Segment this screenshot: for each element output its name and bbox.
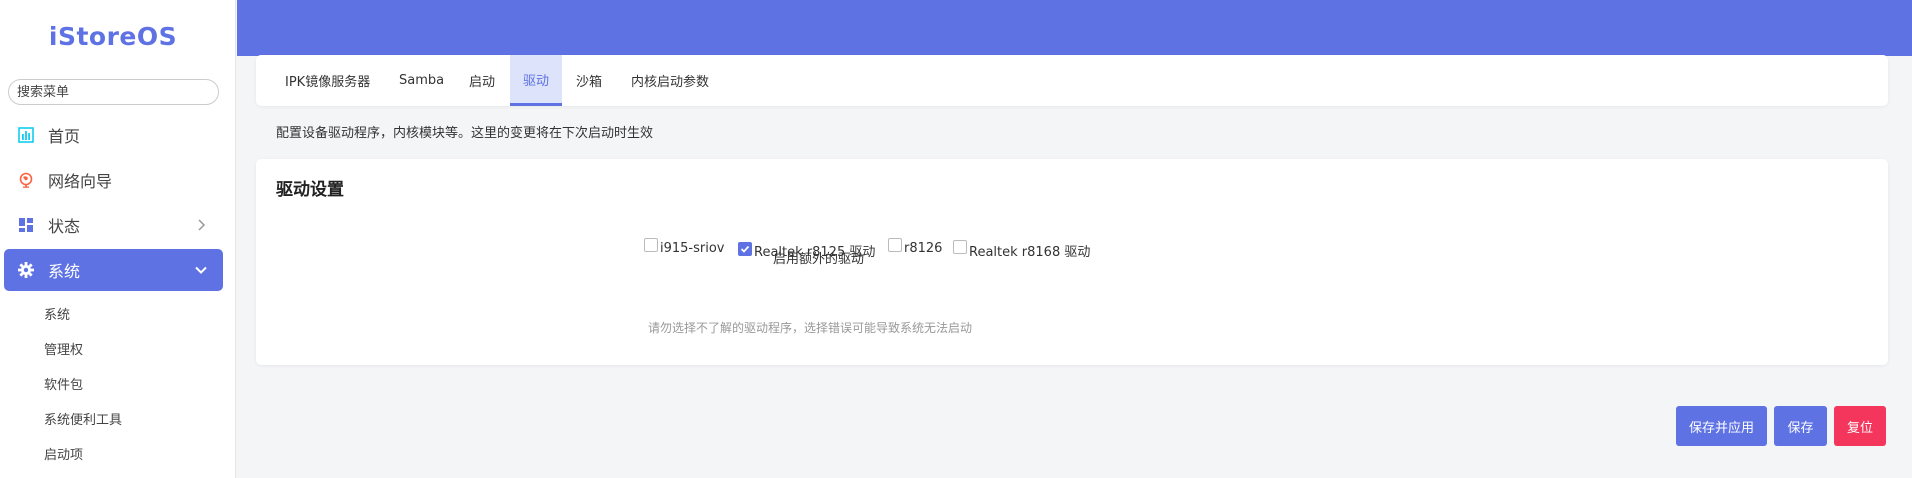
- search-input[interactable]: [8, 79, 219, 105]
- sidebar-item-system[interactable]: 系统: [4, 249, 223, 291]
- tab-bar: IPK镜像服务器 Samba 启动 驱动 沙箱 内核启动参数: [256, 55, 1888, 106]
- section-title: 驱动设置: [276, 180, 344, 200]
- sidebar-item-label: 系统: [48, 262, 81, 281]
- globe-icon: [16, 170, 36, 190]
- sidebar-item-status[interactable]: 状态: [4, 204, 223, 246]
- driver-settings-section: 驱动设置 启用额外的驱动 i915-sriov Realtek r8125 驱动…: [256, 159, 1888, 365]
- warning-hint: 请勿选择不了解的驱动程序，选择错误可能导致系统无法启动: [648, 321, 973, 335]
- sidebar-subitem-startup[interactable]: 启动项: [44, 444, 83, 463]
- sidebar-subitem-packages[interactable]: 软件包: [44, 374, 83, 393]
- sidebar-item-label: 状态: [48, 217, 81, 236]
- checkbox[interactable]: [953, 239, 967, 254]
- tab-ipk-mirror[interactable]: IPK镜像服务器: [272, 55, 383, 106]
- option-r8168[interactable]: Realtek r8168 驱动: [953, 239, 1091, 260]
- reset-button[interactable]: 复位: [1834, 406, 1886, 446]
- bar-chart-icon: [16, 125, 36, 145]
- option-i915-sriov[interactable]: i915-sriov: [644, 237, 725, 256]
- chevron-down-icon: [191, 260, 211, 280]
- sidebar-item-network-wizard[interactable]: 网络向导: [4, 159, 223, 201]
- tab-drivers[interactable]: 驱动: [510, 55, 563, 106]
- sidebar-subitem-system-tools[interactable]: 系统便利工具: [44, 409, 122, 428]
- sidebar-item-label: 网络向导: [48, 172, 113, 191]
- checkbox[interactable]: [644, 237, 658, 252]
- option-label: i915-sriov: [660, 241, 725, 256]
- option-label: r8126: [904, 241, 943, 256]
- sidebar-subitem-system[interactable]: 系统: [44, 304, 70, 323]
- tab-sandbox[interactable]: 沙箱: [563, 55, 615, 106]
- sidebar-item-home[interactable]: 首页: [4, 114, 223, 156]
- sidebar-item-label: 首页: [48, 127, 81, 146]
- sidebar: iStoreOS 首页 网络向导 状态 系统 系统 管理权 软件包 系统便利工具: [0, 0, 236, 478]
- gear-icon: [16, 260, 36, 280]
- save-button[interactable]: 保存: [1774, 406, 1827, 446]
- option-label: Realtek r8168 驱动: [969, 245, 1091, 260]
- tab-kernel-params[interactable]: 内核启动参数: [618, 55, 722, 106]
- checkbox-checked[interactable]: [738, 241, 752, 256]
- checkbox[interactable]: [888, 237, 902, 252]
- option-label: Realtek r8125 驱动: [754, 245, 876, 260]
- sidebar-subitem-admin[interactable]: 管理权: [44, 339, 83, 358]
- tab-samba[interactable]: Samba: [386, 55, 457, 106]
- logo: iStoreOS: [48, 22, 178, 51]
- option-r8126[interactable]: r8126: [888, 237, 943, 256]
- page-description: 配置设备驱动程序，内核模块等。这里的变更将在下次启动时生效: [276, 126, 654, 141]
- header-bar: [237, 0, 1912, 56]
- dashboard-icon: [16, 215, 36, 235]
- option-r8125[interactable]: Realtek r8125 驱动: [738, 241, 875, 260]
- chevron-right-icon: [191, 215, 211, 235]
- check-icon: [740, 245, 750, 253]
- tab-startup[interactable]: 启动: [456, 55, 508, 106]
- save-and-apply-button[interactable]: 保存并应用: [1676, 406, 1767, 446]
